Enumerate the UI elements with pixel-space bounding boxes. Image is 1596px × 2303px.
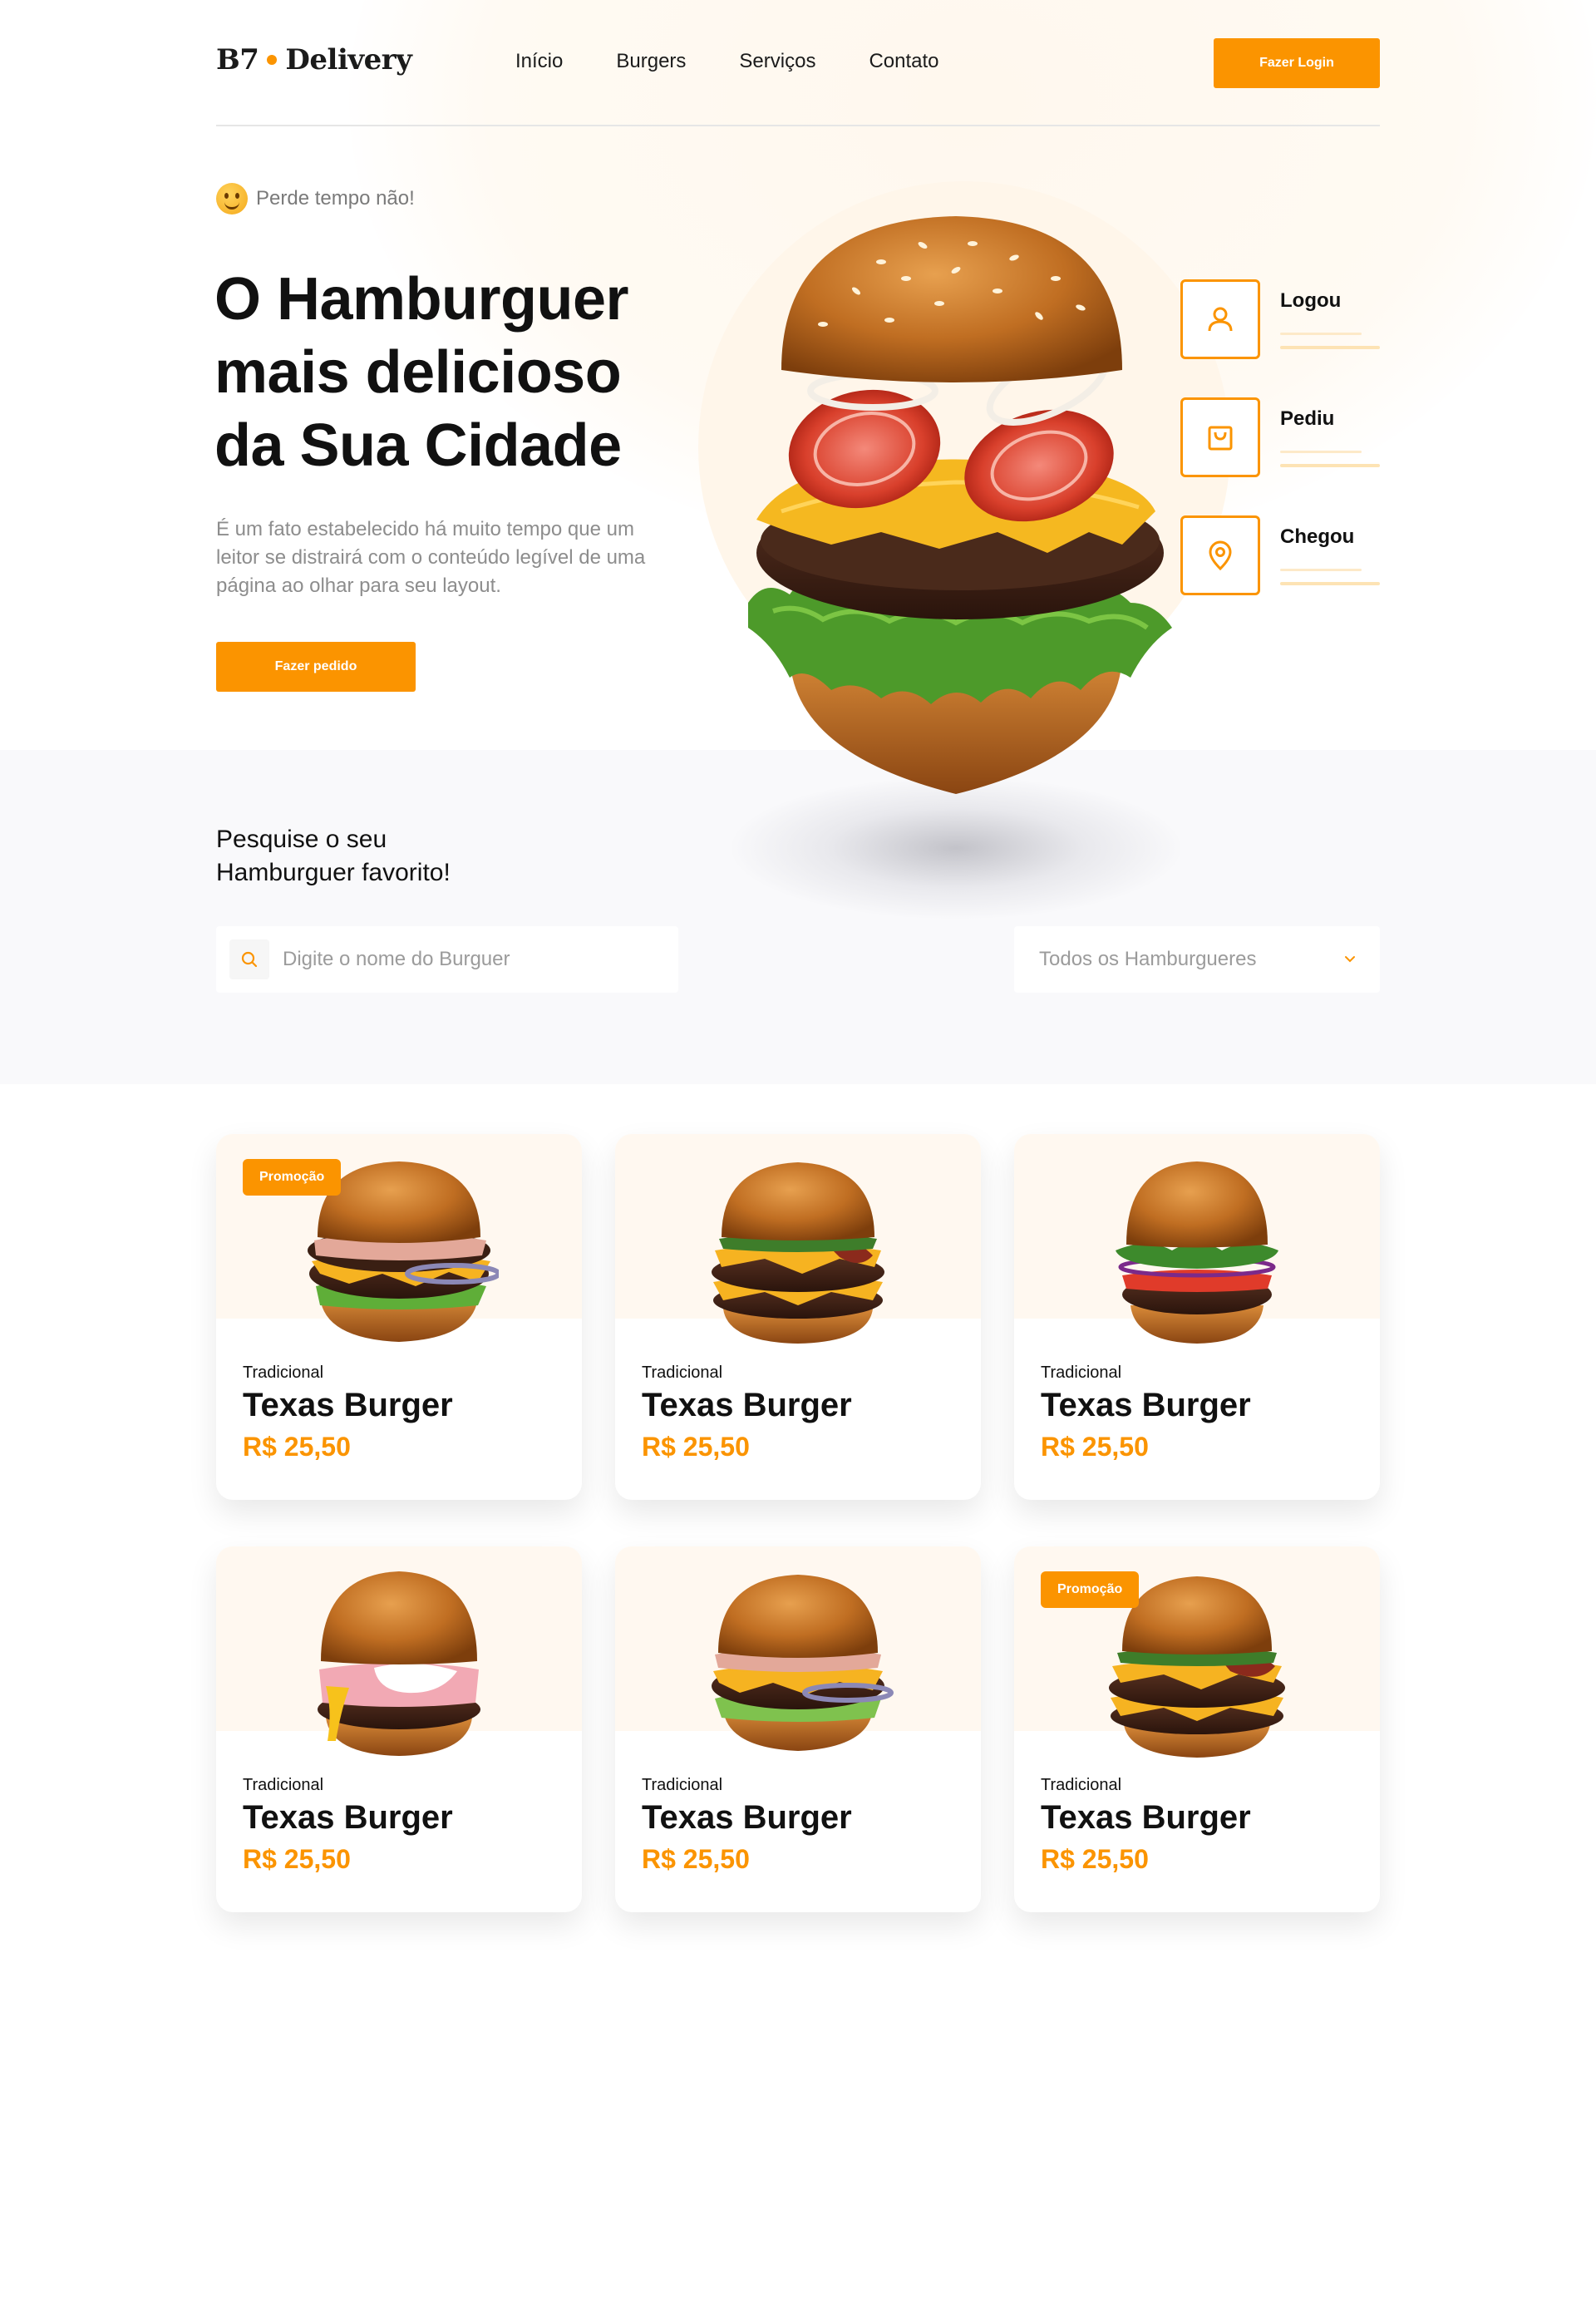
hero-title-line: da Sua Cidade: [214, 412, 622, 479]
product-price: R$ 25,50: [1041, 1432, 1149, 1462]
product-category: Tradicional: [243, 1364, 324, 1382]
search-box: [216, 926, 678, 993]
nav-link-servicos[interactable]: Serviços: [739, 50, 815, 73]
brand-logo[interactable]: B7 Delivery: [216, 43, 412, 76]
product-card[interactable]: Promoção Tradicional Texas Burger R$ 25,…: [1014, 1546, 1380, 1912]
step-pediu: Pediu: [1180, 397, 1380, 477]
search-icon: [241, 951, 258, 968]
hero-title-line: O Hamburguer: [214, 266, 629, 333]
product-category: Tradicional: [243, 1776, 324, 1794]
product-price: R$ 25,50: [1041, 1844, 1149, 1874]
product-name: Texas Burger: [642, 1387, 852, 1423]
search-title-line: Hamburguer favorito!: [216, 859, 451, 886]
promo-badge: Promoção: [1041, 1571, 1140, 1608]
step-line: [1280, 464, 1380, 467]
nav-link-burgers[interactable]: Burgers: [616, 50, 686, 73]
step-label: Pediu: [1280, 407, 1335, 430]
product-category: Tradicional: [642, 1776, 723, 1794]
search-title-line: Pesquise o seu: [216, 826, 387, 853]
nav-link-contato[interactable]: Contato: [869, 50, 938, 73]
product-card[interactable]: Tradicional Texas Burger R$ 25,50: [1014, 1134, 1380, 1500]
step-chegou: Chegou: [1180, 515, 1380, 595]
brand-logo-part1: B7: [216, 43, 259, 76]
product-card[interactable]: Tradicional Texas Burger R$ 25,50: [615, 1134, 981, 1500]
hero-burger-shadow: [732, 777, 1180, 919]
filter-selected-value: Todos os Hamburgueres: [1039, 948, 1257, 970]
search-icon-wrap[interactable]: [229, 939, 269, 979]
product-card[interactable]: Tradicional Texas Burger R$ 25,50: [216, 1546, 582, 1912]
product-name: Texas Burger: [1041, 1799, 1251, 1836]
product-name: Texas Burger: [1041, 1387, 1251, 1423]
main-nav: Início Burgers Serviços Contato: [515, 50, 939, 73]
yum-emoji-icon: [216, 183, 248, 215]
product-price: R$ 25,50: [243, 1844, 351, 1874]
step-logou: Logou: [1180, 279, 1380, 359]
hero-burger-image: [748, 216, 1172, 794]
step-icon-box: [1180, 279, 1260, 359]
step-line: [1280, 569, 1362, 571]
hero-tagline: Perde tempo não!: [216, 183, 415, 215]
brand-logo-part2: Delivery: [285, 43, 412, 76]
step-label: Logou: [1280, 289, 1342, 312]
step-icon-box: [1180, 397, 1260, 477]
search-title: Pesquise o seu Hamburguer favorito!: [216, 823, 451, 890]
product-category: Tradicional: [1041, 1364, 1122, 1382]
hero-tagline-text: Perde tempo não!: [256, 187, 415, 210]
product-name: Texas Burger: [243, 1799, 453, 1836]
product-name: Texas Burger: [243, 1387, 453, 1423]
product-category: Tradicional: [642, 1364, 723, 1382]
step-line: [1280, 451, 1362, 453]
nav-link-inicio[interactable]: Início: [515, 50, 563, 73]
user-icon: [1208, 307, 1233, 332]
burger-filter-select[interactable]: Todos os Hamburgueres: [1014, 926, 1380, 993]
promo-badge: Promoção: [243, 1159, 342, 1196]
search-input[interactable]: [283, 948, 648, 971]
product-card[interactable]: Tradicional Texas Burger R$ 25,50: [615, 1546, 981, 1912]
product-image: [318, 1571, 480, 1756]
product-category: Tradicional: [1041, 1776, 1122, 1794]
hero-description: É um fato estabelecido há muito tempo qu…: [216, 518, 646, 597]
product-card[interactable]: Promoção Tradicional Texas Burger R$ 25,…: [216, 1134, 582, 1500]
product-image: [1116, 1161, 1278, 1344]
bag-icon: [1208, 426, 1233, 451]
brand-dot: [267, 55, 278, 65]
location-pin-icon: [1209, 540, 1232, 571]
product-price: R$ 25,50: [243, 1432, 351, 1462]
product-price: R$ 25,50: [642, 1844, 750, 1874]
login-button[interactable]: Fazer Login: [1214, 38, 1380, 88]
product-image: [712, 1575, 894, 1751]
step-line: [1280, 582, 1380, 585]
step-label: Chegou: [1280, 525, 1355, 548]
product-image: [712, 1162, 884, 1344]
top-header: B7 Delivery Início Burgers Serviços Cont…: [216, 0, 1380, 126]
product-name: Texas Burger: [642, 1799, 852, 1836]
chevron-down-icon: [1345, 956, 1355, 963]
order-button[interactable]: Fazer pedido: [216, 642, 416, 692]
step-line: [1280, 333, 1362, 335]
hero-title: O Hamburguer mais delicioso da Sua Cidad…: [214, 263, 697, 482]
product-price: R$ 25,50: [642, 1432, 750, 1462]
step-line: [1280, 346, 1380, 349]
step-icon-box: [1180, 515, 1260, 595]
hero-title-line: mais delicioso: [214, 339, 622, 406]
